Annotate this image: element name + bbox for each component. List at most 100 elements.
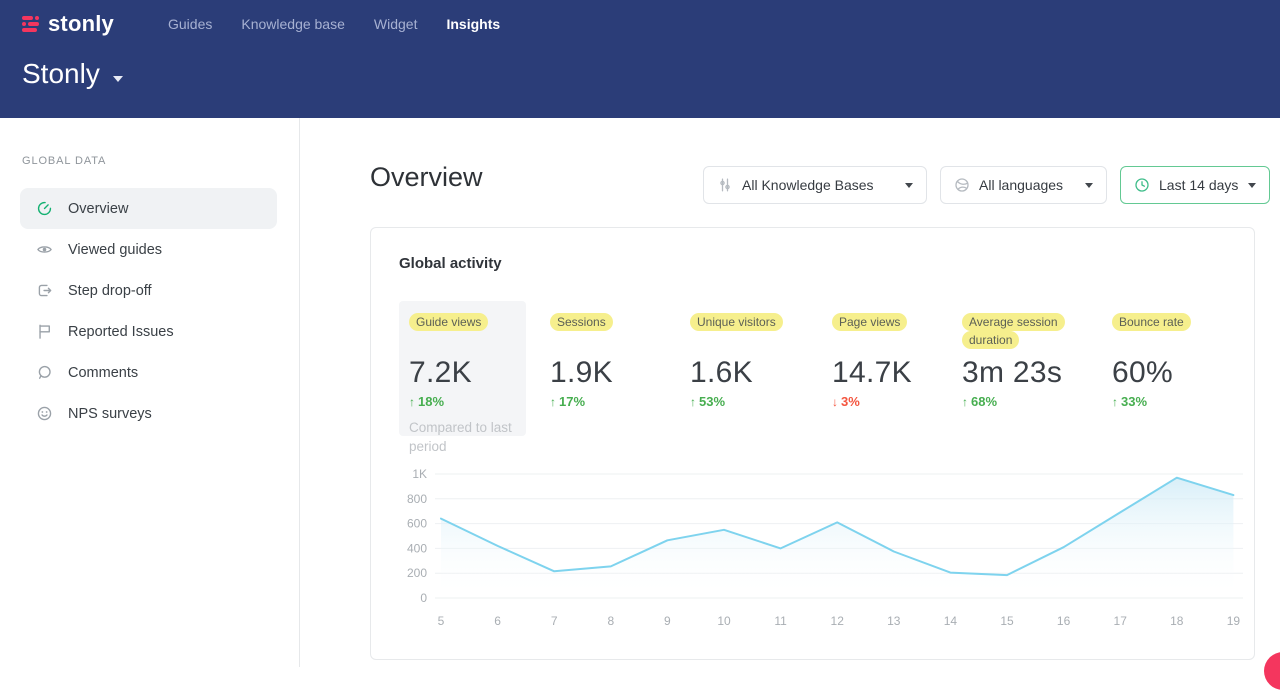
svg-text:1K: 1K [412,467,427,481]
metric-change: ↑68% [962,394,1092,409]
stonly-logo-text: stonly [48,11,114,37]
sidebar-item-viewed-guides[interactable]: Viewed guides [20,229,277,270]
up-arrow-icon: ↑ [1112,395,1118,409]
nav-link-insights[interactable]: Insights [446,16,500,32]
metric-tiles: Guide views 7.2K ↑18% Compared to last p… [399,301,1241,436]
metric-change: ↓3% [832,394,942,409]
main-nav: Guides Knowledge base Widget Insights [168,16,500,32]
sidebar-item-comments[interactable]: Comments [20,352,277,393]
filter-bar: All Knowledge Bases All languages Last 1… [703,166,1270,204]
compare-note: Compared to last period [409,418,514,456]
chevron-down-icon [1248,183,1256,188]
up-arrow-icon: ↑ [962,395,968,409]
sidebar-section-label: GLOBAL DATA [22,155,299,167]
sidebar-item-label: Viewed guides [68,242,162,258]
sidebar-item-step-drop-off[interactable]: Step drop-off [20,270,277,311]
svg-text:11: 11 [774,614,787,628]
metric-tile-bounce-rate[interactable]: Bounce rate 60% ↑33% [1102,301,1241,436]
metric-tile-unique-visitors[interactable]: Unique visitors 1.6K ↑53% [680,301,822,436]
metric-value: 1.9K [550,357,670,389]
metric-label: Sessions [550,313,613,331]
nav-link-widget[interactable]: Widget [374,16,418,32]
sidebar-item-label: Overview [68,201,128,217]
card-title: Global activity [399,255,502,272]
metric-change: ↑33% [1112,394,1231,409]
sliders-icon [717,177,733,193]
metric-tile-average-session-duration[interactable]: Average session duration 3m 23s ↑68% [952,301,1102,436]
down-arrow-icon: ↓ [832,395,838,409]
knowledge-bases-dropdown-value: All Knowledge Bases [742,177,874,193]
up-arrow-icon: ↑ [409,395,415,409]
chevron-down-icon [1085,183,1093,188]
svg-text:400: 400 [407,541,427,555]
languages-dropdown[interactable]: All languages [940,166,1107,204]
sidebar-item-label: Reported Issues [68,324,174,340]
sidebar-item-nps-surveys[interactable]: NPS surveys [20,393,277,434]
svg-text:8: 8 [607,614,614,628]
knowledge-bases-dropdown[interactable]: All Knowledge Bases [703,166,927,204]
svg-text:14: 14 [944,614,958,628]
svg-text:0: 0 [420,591,427,605]
guide-views-area-chart: 1K80060040020005678910111213141516171819 [391,456,1251,651]
languages-dropdown-value: All languages [979,177,1063,193]
svg-text:600: 600 [407,517,427,531]
up-arrow-icon: ↑ [550,395,556,409]
flag-icon [36,323,53,340]
globe-icon [954,177,970,193]
step-exit-icon [36,282,53,299]
chevron-down-icon [113,76,123,82]
metric-label: Unique visitors [690,313,783,331]
svg-text:200: 200 [407,566,427,580]
metric-label: Bounce rate [1112,313,1191,331]
metric-value: 1.6K [690,357,812,389]
metric-value: 60% [1112,357,1231,389]
workspace-title: Stonly [22,58,100,90]
sidebar-item-label: Step drop-off [68,283,152,299]
svg-text:9: 9 [664,614,671,628]
svg-text:16: 16 [1057,614,1071,628]
nav-link-knowledge-base[interactable]: Knowledge base [241,16,345,32]
sidebar-item-label: NPS surveys [68,406,152,422]
svg-text:19: 19 [1227,614,1241,628]
top-nav: stonly Guides Knowledge base Widget Insi… [0,0,1280,37]
metric-label: Page views [832,313,907,331]
metric-label: Average session duration [962,313,1065,349]
svg-text:800: 800 [407,492,427,506]
metric-tile-page-views[interactable]: Page views 14.7K ↓3% [822,301,952,436]
page-title: Overview [370,162,483,193]
gauge-icon [36,200,53,217]
smiley-icon [36,405,53,422]
eye-icon [36,241,53,258]
chevron-down-icon [905,183,913,188]
metric-value: 3m 23s [962,357,1092,389]
metric-tile-guide-views[interactable]: Guide views 7.2K ↑18% Compared to last p… [399,301,526,436]
svg-text:18: 18 [1170,614,1184,628]
up-arrow-icon: ↑ [690,395,696,409]
svg-text:5: 5 [438,614,445,628]
sidebar-item-reported-issues[interactable]: Reported Issues [20,311,277,352]
comment-bubble-icon [36,364,53,381]
metric-tile-sessions[interactable]: Sessions 1.9K ↑17% [540,301,680,436]
nav-link-guides[interactable]: Guides [168,16,212,32]
stonly-logo-icon [22,16,41,32]
svg-text:10: 10 [717,614,731,628]
metric-change: ↑17% [550,394,670,409]
global-activity-card: Global activity Guide views 7.2K ↑18% Co… [370,227,1255,660]
top-header: stonly Guides Knowledge base Widget Insi… [0,0,1280,118]
stonly-logo[interactable]: stonly [22,11,142,37]
workspace-selector[interactable]: Stonly [0,58,1280,90]
metric-value: 7.2K [409,357,516,389]
sidebar-item-label: Comments [68,365,138,381]
svg-text:12: 12 [831,614,845,628]
metric-label: Guide views [409,313,488,331]
svg-text:15: 15 [1000,614,1014,628]
svg-text:6: 6 [494,614,501,628]
date-range-dropdown[interactable]: Last 14 days [1120,166,1270,204]
date-range-dropdown-value: Last 14 days [1159,177,1238,193]
svg-text:17: 17 [1114,614,1128,628]
sidebar-item-overview[interactable]: Overview [20,188,277,229]
main-content: Overview All Knowledge Bases All languag… [300,118,1280,667]
metric-change: ↑18% [409,394,516,409]
metric-change: ↑53% [690,394,812,409]
clock-icon [1134,177,1150,193]
